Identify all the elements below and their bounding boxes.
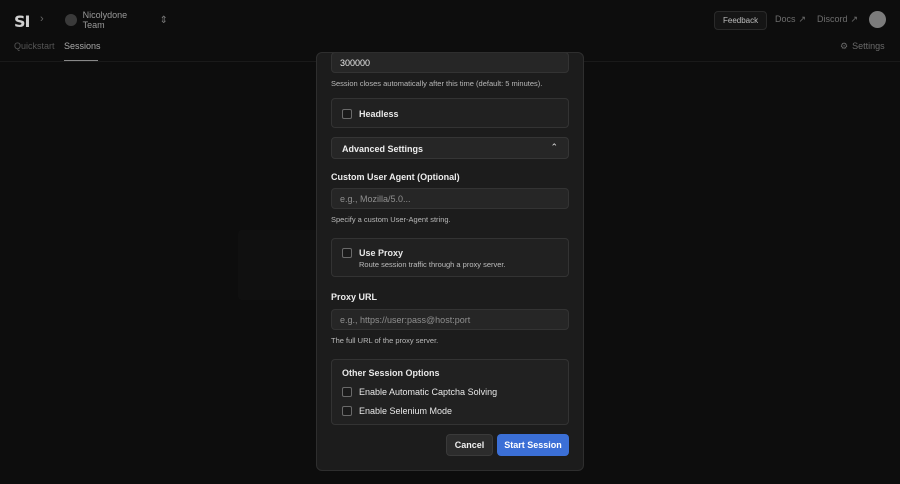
feedback-button[interactable]: Feedback bbox=[714, 11, 768, 30]
user-agent-placeholder: e.g., Mozilla/5.0... bbox=[340, 193, 411, 204]
captcha-checkbox[interactable] bbox=[342, 387, 352, 397]
tab-sessions[interactable]: Sessions bbox=[64, 41, 101, 51]
cancel-button[interactable]: Cancel bbox=[446, 434, 493, 456]
settings-label: Settings bbox=[852, 41, 885, 51]
headless-option[interactable]: Headless bbox=[331, 98, 569, 128]
gear-icon: ⚙ bbox=[840, 41, 849, 51]
tab-quickstart[interactable]: Quickstart bbox=[14, 41, 55, 51]
app-logo[interactable]: SI bbox=[14, 12, 31, 31]
user-agent-label: Custom User Agent (Optional) bbox=[331, 172, 460, 182]
start-session-button[interactable]: Start Session bbox=[497, 434, 569, 456]
chevron-right-icon: › bbox=[40, 13, 44, 25]
docs-label: Docs bbox=[775, 14, 796, 24]
team-switcher[interactable]: Nicolydone Team ⇕ bbox=[58, 10, 168, 30]
selenium-checkbox[interactable] bbox=[342, 406, 352, 416]
captcha-label[interactable]: Enable Automatic Captcha Solving bbox=[359, 387, 497, 397]
timeout-help: Session closes automatically after this … bbox=[331, 79, 543, 88]
proxy-url-help: The full URL of the proxy server. bbox=[331, 336, 439, 345]
advanced-settings-toggle[interactable]: Advanced Settings ⌃ bbox=[331, 137, 569, 159]
settings-link[interactable]: ⚙ Settings bbox=[840, 41, 885, 52]
chevron-up-icon: ⌃ bbox=[550, 142, 558, 152]
chevron-updown-icon: ⇕ bbox=[159, 14, 168, 26]
proxy-url-label: Proxy URL bbox=[331, 292, 378, 302]
docs-link[interactable]: Docs ↗ bbox=[775, 14, 806, 25]
external-link-icon: ↗ bbox=[798, 14, 807, 24]
timeout-input[interactable]: 300000 bbox=[331, 53, 569, 73]
user-agent-input[interactable]: e.g., Mozilla/5.0... bbox=[331, 188, 569, 209]
user-avatar[interactable] bbox=[869, 11, 886, 28]
top-bar: SI › Nicolydone Team ⇕ Feedback Docs ↗ Di… bbox=[0, 0, 900, 40]
use-proxy-checkbox[interactable] bbox=[342, 248, 352, 258]
external-link-icon: ↗ bbox=[850, 14, 859, 24]
team-name: Nicolydone Team bbox=[82, 10, 128, 30]
create-session-modal: 300000 Session closes automatically afte… bbox=[316, 52, 584, 471]
selenium-label[interactable]: Enable Selenium Mode bbox=[359, 406, 452, 416]
headless-checkbox[interactable] bbox=[342, 109, 352, 119]
other-options-title: Other Session Options bbox=[342, 368, 440, 378]
proxy-url-input[interactable]: e.g., https://user:pass@host:port bbox=[331, 309, 569, 330]
proxy-url-placeholder: e.g., https://user:pass@host:port bbox=[340, 314, 471, 325]
background-content bbox=[238, 230, 328, 300]
timeout-value: 300000 bbox=[340, 57, 371, 68]
team-avatar bbox=[65, 14, 77, 26]
headless-label: Headless bbox=[359, 109, 399, 119]
user-agent-help: Specify a custom User-Agent string. bbox=[331, 215, 451, 224]
discord-link[interactable]: Discord ↗ bbox=[817, 14, 858, 25]
discord-label: Discord bbox=[817, 14, 848, 24]
other-options-panel: Other Session Options Enable Automatic C… bbox=[331, 359, 569, 425]
use-proxy-help: Route session traffic through a proxy se… bbox=[359, 260, 506, 269]
use-proxy-option[interactable]: Use Proxy Route session traffic through … bbox=[331, 238, 569, 277]
advanced-settings-label: Advanced Settings bbox=[342, 144, 424, 154]
use-proxy-label: Use Proxy bbox=[359, 248, 404, 258]
